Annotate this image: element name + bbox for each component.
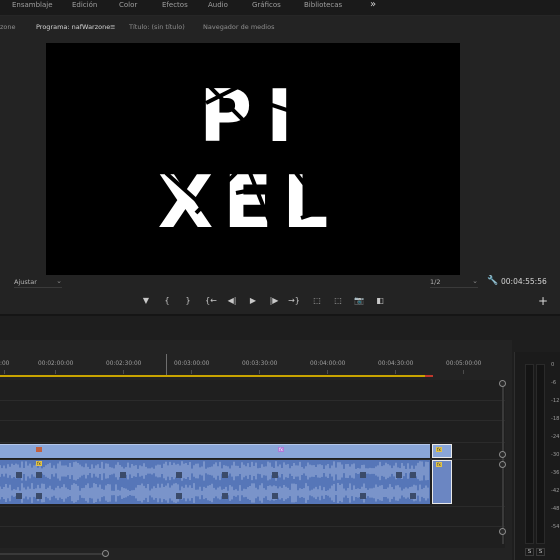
tracks-area[interactable]: fx fx fx fx [0, 380, 506, 548]
button-editor-plus-icon[interactable]: + [538, 294, 548, 308]
transport-controls: ▼ { } {← ◀| ▶ |▶ →} ⬚ ⬚ 📷 ◧ + [0, 290, 560, 316]
db-label: -42 [551, 488, 560, 494]
fx-badge: fx [436, 462, 442, 467]
workspace-color[interactable]: Color [119, 1, 137, 9]
ruler-label: 00:02:30:00 [106, 361, 142, 367]
fx-badge: fx [278, 447, 284, 452]
db-label: -12 [551, 398, 560, 404]
db-label: -6 [551, 380, 557, 386]
ruler-label: 00:03:30:00 [242, 361, 278, 367]
db-label: -36 [551, 470, 560, 476]
db-label: 0 [551, 362, 555, 368]
pixel-title-graphic: PI XEL [158, 71, 347, 244]
chevron-down-icon: ⌄ [56, 277, 62, 285]
comparison-view-button[interactable]: ◧ [372, 296, 388, 305]
ruler-label: 00:02:00:00 [38, 361, 74, 367]
video-clip[interactable]: fx [432, 444, 452, 458]
lift-button[interactable]: ⬚ [309, 296, 325, 305]
workspace-bibliotecas[interactable]: Bibliotecas [304, 1, 342, 9]
program-monitor: PI XEL [0, 38, 560, 278]
ruler-label: 00:05:00:00 [446, 361, 482, 367]
playhead[interactable] [166, 354, 167, 376]
tab-program[interactable]: Programa: nafWarzone [36, 23, 110, 31]
db-label: -30 [551, 452, 560, 458]
tab-source-partial[interactable]: zone [0, 23, 16, 31]
ruler-label: 00:04:00:00 [310, 361, 346, 367]
db-label: -54 [551, 524, 560, 530]
ruler-label: 00:04:30:00 [378, 361, 414, 367]
workspace-graficos[interactable]: Gráficos [252, 1, 281, 9]
db-label: -24 [551, 434, 560, 440]
go-to-in-button[interactable]: {← [203, 296, 219, 305]
video-clip[interactable]: fx [0, 444, 430, 458]
mark-in-button[interactable]: { [159, 296, 175, 305]
chevron-down-icon: ⌄ [472, 277, 478, 285]
wrench-icon[interactable]: 🔧 [487, 276, 498, 286]
play-button[interactable]: ▶ [245, 296, 261, 305]
fit-value: Ajustar [14, 278, 37, 286]
workspace-edicion[interactable]: Edición [72, 1, 97, 9]
add-marker-button[interactable]: ▼ [138, 296, 154, 305]
zoom-handle[interactable] [102, 550, 109, 557]
time-ruler[interactable]: :00 00:02:00:00 00:02:30:00 00:03:00:00 … [0, 340, 505, 377]
db-label: -48 [551, 506, 560, 512]
fx-badge: fx [36, 461, 42, 466]
timeline-hscroll[interactable] [0, 548, 505, 560]
video-vscroll-bottom-handle[interactable] [499, 451, 506, 458]
audio-vscroll-bottom-handle[interactable] [499, 528, 506, 535]
meter-channel-right [536, 364, 545, 544]
timeline-panel: :00 00:02:00:00 00:02:30:00 00:03:00:00 … [0, 340, 512, 560]
audio-clip[interactable]: fx [0, 460, 430, 504]
mark-out-button[interactable]: } [180, 296, 196, 305]
go-to-out-button[interactable]: →} [286, 296, 302, 305]
duration-timecode[interactable]: 00:04:55:56 [501, 277, 547, 286]
workspace-bar: Ensamblaje Edición Color Efectos Audio G… [0, 0, 560, 16]
solo-left-button[interactable]: S [525, 548, 534, 556]
workspace-ensamblaje[interactable]: Ensamblaje [12, 1, 53, 9]
fx-badge [36, 447, 42, 452]
fx-badge: fx [436, 447, 442, 452]
monitor-tabs: zone Programa: nafWarzone ≡ Título: (sin… [0, 16, 560, 51]
program-frame[interactable]: PI XEL [46, 43, 460, 275]
db-label: -18 [551, 416, 560, 422]
meter-channel-left [525, 364, 534, 544]
tab-title[interactable]: Título: (sin título) [129, 23, 185, 31]
resolution-value: 1/2 [430, 278, 441, 286]
resolution-dropdown[interactable]: 1/2 ⌄ [430, 276, 478, 288]
fit-dropdown[interactable]: Ajustar ⌄ [14, 276, 62, 288]
more-workspaces-icon[interactable]: » [370, 0, 376, 10]
monitor-settings-bar: Ajustar ⌄ 1/2 ⌄ 🔧 00:04:55:56 [0, 276, 560, 290]
ruler-label: 00:03:00:00 [174, 361, 210, 367]
work-area-bar[interactable] [0, 375, 432, 377]
panel-menu-icon[interactable]: ≡ [110, 23, 115, 31]
workspace-audio[interactable]: Audio [208, 1, 228, 9]
export-frame-button[interactable]: 📷 [351, 296, 367, 305]
audio-meter: 0 -6 -12 -18 -24 -30 -36 -42 -48 -54 S S [514, 352, 560, 560]
render-bar-red [425, 375, 433, 377]
extract-button[interactable]: ⬚ [330, 296, 346, 305]
ruler-label: :00 [0, 361, 10, 367]
tab-media-browser[interactable]: Navegador de medios [203, 23, 274, 31]
step-back-button[interactable]: ◀| [224, 296, 240, 305]
video-vscroll-top-handle[interactable] [499, 380, 506, 387]
step-forward-button[interactable]: |▶ [266, 296, 282, 305]
workspace-efectos[interactable]: Efectos [162, 1, 188, 9]
solo-right-button[interactable]: S [536, 548, 545, 556]
audio-clip[interactable]: fx [432, 460, 452, 504]
audio-vscroll-top-handle[interactable] [499, 461, 506, 468]
